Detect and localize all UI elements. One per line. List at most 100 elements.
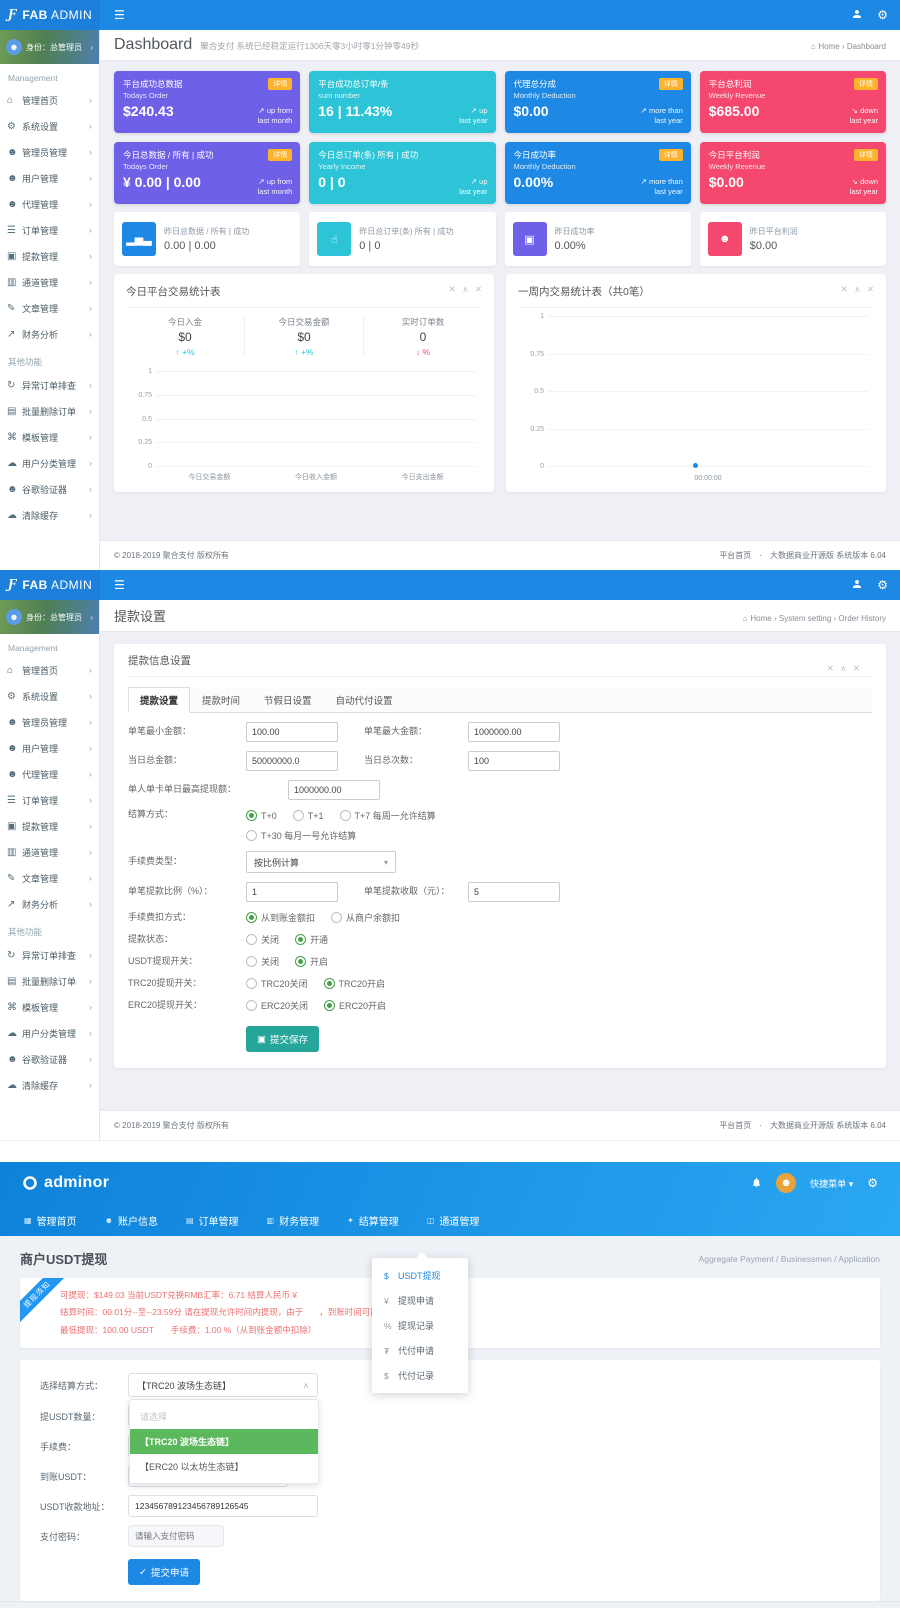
nav-item[interactable]: ▤ 订单管理 <box>186 1204 239 1236</box>
dropdown-menu-item[interactable]: $ 代付记录 <box>372 1363 468 1388</box>
stat-card[interactable]: 平台成功总订单/条 sum number 16 | 11.43% ↗ uplas… <box>309 71 495 133</box>
settings-gear-icon[interactable]: ⚙ <box>867 1176 878 1190</box>
sidebar-item[interactable]: ↻ 异常订单排查 › <box>0 942 99 968</box>
usdt-address-input[interactable] <box>128 1495 318 1517</box>
sidebar-item[interactable]: ↗ 财务分析 › <box>0 321 99 347</box>
nav-item[interactable]: ✦ 结算管理 <box>347 1204 399 1236</box>
stat-card[interactable]: 平台成功总数据 Todays Order $240.43 详情 ↗ up fro… <box>114 71 300 133</box>
breadcrumb[interactable]: ⌂Home › System setting › Order History <box>743 614 886 623</box>
details-badge[interactable]: 详情 <box>659 149 683 161</box>
details-badge[interactable]: 详情 <box>268 78 292 90</box>
min-amount-input[interactable] <box>246 722 338 742</box>
radio-deduct-balance[interactable]: 从商户余额扣 <box>331 911 400 924</box>
sidebar-item[interactable]: ☰ 订单管理 › <box>0 787 99 813</box>
sidebar-item[interactable]: ✎ 文章管理 › <box>0 295 99 321</box>
panel-controls[interactable]: ✕ ∧ ✕ <box>841 284 876 295</box>
breadcrumb[interactable]: ⌂Home › Dashboard <box>811 42 886 51</box>
nav-item[interactable]: ☻ 账户信息 <box>105 1204 158 1236</box>
pay-password-input[interactable] <box>128 1525 224 1547</box>
quick-menu[interactable]: 快捷菜单 ▾ <box>810 1177 853 1190</box>
bell-icon[interactable] <box>751 1177 762 1190</box>
nav-item[interactable]: ▦ 管理首页 <box>24 1204 77 1236</box>
stat-card[interactable]: 今日平台利润 Weekly Revenue $0.00 详情 ↘ downlas… <box>700 142 886 204</box>
sidebar-item[interactable]: ⚙ 系统设置 › <box>0 113 99 139</box>
radio-erc20-off[interactable]: ERC20关闭 <box>246 999 308 1012</box>
user-icon[interactable] <box>851 8 863 23</box>
settings-gear-icon[interactable]: ⚙ <box>877 8 888 22</box>
select-option[interactable]: 【ERC20 以太坊生态链】 <box>130 1454 318 1479</box>
sidebar-user-panel[interactable]: ☻ 身份：总管理员 › <box>0 600 99 634</box>
sidebar-item[interactable]: ▣ 提款管理 › <box>0 813 99 839</box>
submit-apply-button[interactable]: ✓提交申请 <box>128 1559 200 1585</box>
sidebar-item[interactable]: ☁ 清除缓存 › <box>0 502 99 528</box>
fee-type-select[interactable]: 按比例计算▾ <box>246 851 396 873</box>
menu-toggle-icon[interactable]: ☰ <box>114 578 125 592</box>
stat-card[interactable]: 今日总订单(条) 所有 | 成功 Yearly Income 0 | 0 ↗ u… <box>309 142 495 204</box>
radio-usdt-on[interactable]: 开启 <box>295 955 328 968</box>
radio-status-on[interactable]: 开通 <box>295 933 328 946</box>
breadcrumb[interactable]: Aggregate Payment / Businessmen / Applic… <box>699 1254 880 1264</box>
radio-trc20-off[interactable]: TRC20关闭 <box>246 977 308 990</box>
radio-t7[interactable]: T+7 每周一允许结算 <box>340 809 436 822</box>
fab-brand[interactable]: Ƒ FAB ADMIN <box>0 0 100 30</box>
settings-gear-icon[interactable]: ⚙ <box>877 578 888 592</box>
details-badge[interactable]: 详情 <box>854 78 878 90</box>
sidebar-item[interactable]: ☻ 用户管理 › <box>0 165 99 191</box>
radio-t1[interactable]: T+1 <box>293 810 324 821</box>
save-button[interactable]: ▣提交保存 <box>246 1026 319 1052</box>
settings-tab[interactable]: 提款设置 <box>128 687 190 713</box>
sidebar-item[interactable]: ▥ 通道管理 › <box>0 269 99 295</box>
stat-card[interactable]: 今日成功率 Monthly Deduction 0.00% 详情 ↗ more … <box>505 142 691 204</box>
dropdown-menu-item[interactable]: ¥ 提现申请 <box>372 1288 468 1313</box>
settlement-method-select[interactable]: 【TRC20 波场生态链】 ∧ 请选择【TRC20 波场生态链】【ERC20 以… <box>128 1373 318 1397</box>
sidebar-item[interactable]: ☁ 用户分类管理 › <box>0 1020 99 1046</box>
sidebar-item[interactable]: ⚙ 系统设置 › <box>0 683 99 709</box>
sidebar-item[interactable]: ☻ 管理员管理 › <box>0 709 99 735</box>
radio-status-off[interactable]: 关闭 <box>246 933 279 946</box>
radio-usdt-off[interactable]: 关闭 <box>246 955 279 968</box>
sidebar-item[interactable]: ▥ 通道管理 › <box>0 839 99 865</box>
sidebar-item[interactable]: ☻ 管理员管理 › <box>0 139 99 165</box>
sidebar-item[interactable]: ☰ 订单管理 › <box>0 217 99 243</box>
sidebar-item[interactable]: ☁ 清除缓存 › <box>0 1072 99 1098</box>
dropdown-menu-item[interactable]: % 提现记录 <box>372 1313 468 1338</box>
sidebar-item[interactable]: ⌂ 管理首页 › <box>0 657 99 683</box>
nav-item[interactable]: ◫ 通道管理 <box>427 1204 480 1236</box>
panel-controls[interactable]: ✕ ∧ ✕ <box>827 663 862 674</box>
fab-brand[interactable]: Ƒ FAB ADMIN <box>0 570 100 600</box>
personal-limit-input[interactable] <box>288 780 380 800</box>
radio-erc20-on[interactable]: ERC20开启 <box>324 999 386 1012</box>
adminor-brand[interactable]: adminor <box>22 1174 109 1192</box>
day-total-input[interactable] <box>246 751 338 771</box>
day-count-input[interactable] <box>468 751 560 771</box>
panel-controls[interactable]: ✕ ∧ ✕ <box>449 284 484 295</box>
settings-tab[interactable]: 自动代付设置 <box>324 687 405 713</box>
details-badge[interactable]: 详情 <box>659 78 683 90</box>
sidebar-item[interactable]: ▤ 批量删除订单 › <box>0 968 99 994</box>
sidebar-item[interactable]: ☻ 代理管理 › <box>0 761 99 787</box>
radio-trc20-on[interactable]: TRC20开启 <box>324 977 386 990</box>
max-amount-input[interactable] <box>468 722 560 742</box>
sidebar-item[interactable]: ⌂ 管理首页 › <box>0 87 99 113</box>
sidebar-item[interactable]: ↻ 异常订单排查 › <box>0 372 99 398</box>
dropdown-menu-item[interactable]: ₮ 代付申请 <box>372 1338 468 1363</box>
sidebar-item[interactable]: ⌘ 模板管理 › <box>0 994 99 1020</box>
stat-card[interactable]: 平台总利润 Weekly Revenue $685.00 详情 ↘ downla… <box>700 71 886 133</box>
settings-tab[interactable]: 节假日设置 <box>252 687 324 713</box>
sidebar-item[interactable]: ☻ 谷歌验证器 › <box>0 1046 99 1072</box>
details-badge[interactable]: 详情 <box>268 149 292 161</box>
sidebar-item[interactable]: ⌘ 模板管理 › <box>0 424 99 450</box>
details-badge[interactable]: 详情 <box>854 149 878 161</box>
select-option[interactable]: 【TRC20 波场生态链】 <box>130 1429 318 1454</box>
sidebar-item[interactable]: ☁ 用户分类管理 › <box>0 450 99 476</box>
sidebar-item[interactable]: ▣ 提款管理 › <box>0 243 99 269</box>
radio-t30[interactable]: T+30 每月一号允许结算 <box>246 829 356 842</box>
sidebar-item[interactable]: ☻ 谷歌验证器 › <box>0 476 99 502</box>
sidebar-user-panel[interactable]: ☻ 身份：总管理员 › <box>0 30 99 64</box>
fixed-fee-input[interactable] <box>468 882 560 902</box>
user-icon[interactable] <box>851 578 863 593</box>
sidebar-item[interactable]: ☻ 用户管理 › <box>0 735 99 761</box>
sidebar-item[interactable]: ▤ 批量删除订单 › <box>0 398 99 424</box>
select-option[interactable]: 请选择 <box>130 1404 318 1429</box>
radio-t0[interactable]: T+0 <box>246 810 277 821</box>
